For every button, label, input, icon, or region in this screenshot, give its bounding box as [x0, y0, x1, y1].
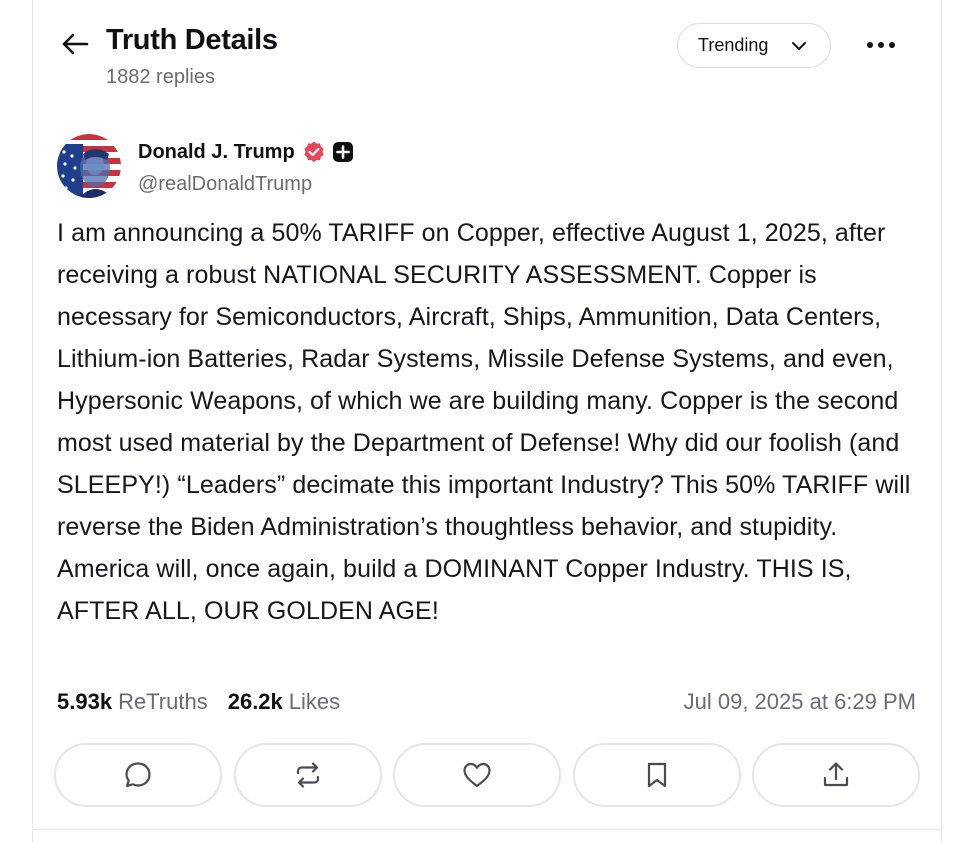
more-options-button[interactable] — [861, 30, 901, 60]
likes-stat[interactable]: 26.2k Likes — [228, 689, 340, 715]
verified-badge-icon — [302, 140, 326, 164]
divider — [33, 829, 941, 830]
likes-label: Likes — [288, 689, 341, 714]
author-name[interactable]: Donald J. Trump — [138, 140, 354, 164]
page-title: Truth Details — [106, 24, 278, 56]
retruths-count: 5.93k — [57, 689, 113, 714]
action-bar — [54, 743, 922, 809]
like-icon — [463, 762, 491, 788]
back-button[interactable] — [58, 28, 92, 60]
avatar-image — [57, 134, 121, 198]
bookmark-icon — [647, 762, 667, 788]
like-button[interactable] — [393, 743, 561, 807]
post-body: I am announcing a 50% TARIFF on Copper, … — [57, 219, 911, 625]
reply-button[interactable] — [54, 743, 222, 807]
retruths-label: ReTruths — [118, 689, 208, 714]
sort-dropdown[interactable]: Trending — [677, 23, 831, 68]
plus-badge-icon — [332, 141, 354, 163]
reply-icon — [125, 762, 151, 788]
author-handle[interactable]: @realDonaldTrump — [138, 173, 312, 196]
share-icon — [823, 762, 849, 787]
author-name-text: Donald J. Trump — [138, 140, 295, 163]
arrow-left-icon — [62, 33, 89, 55]
share-button[interactable] — [752, 743, 920, 807]
more-horizontal-icon — [867, 42, 895, 48]
replies-count: 1882 replies — [106, 66, 215, 88]
chevron-down-icon — [792, 42, 806, 50]
retruth-icon — [296, 762, 320, 788]
retruth-button[interactable] — [234, 743, 382, 807]
post-timestamp: Jul 09, 2025 at 6:29 PM — [683, 689, 916, 714]
page-header: Truth Details 1882 replies Trending — [0, 0, 972, 110]
likes-count: 26.2k — [227, 689, 283, 714]
avatar[interactable] — [57, 134, 121, 198]
sort-dropdown-label: Trending — [698, 35, 769, 55]
retruths-stat[interactable]: 5.93k ReTruths — [57, 689, 208, 715]
post-stats: 5.93k ReTruths 26.2k Likes — [57, 689, 340, 715]
bookmark-button[interactable] — [573, 743, 741, 807]
truth-details-page: Truth Details 1882 replies Trending Dona… — [0, 0, 972, 842]
